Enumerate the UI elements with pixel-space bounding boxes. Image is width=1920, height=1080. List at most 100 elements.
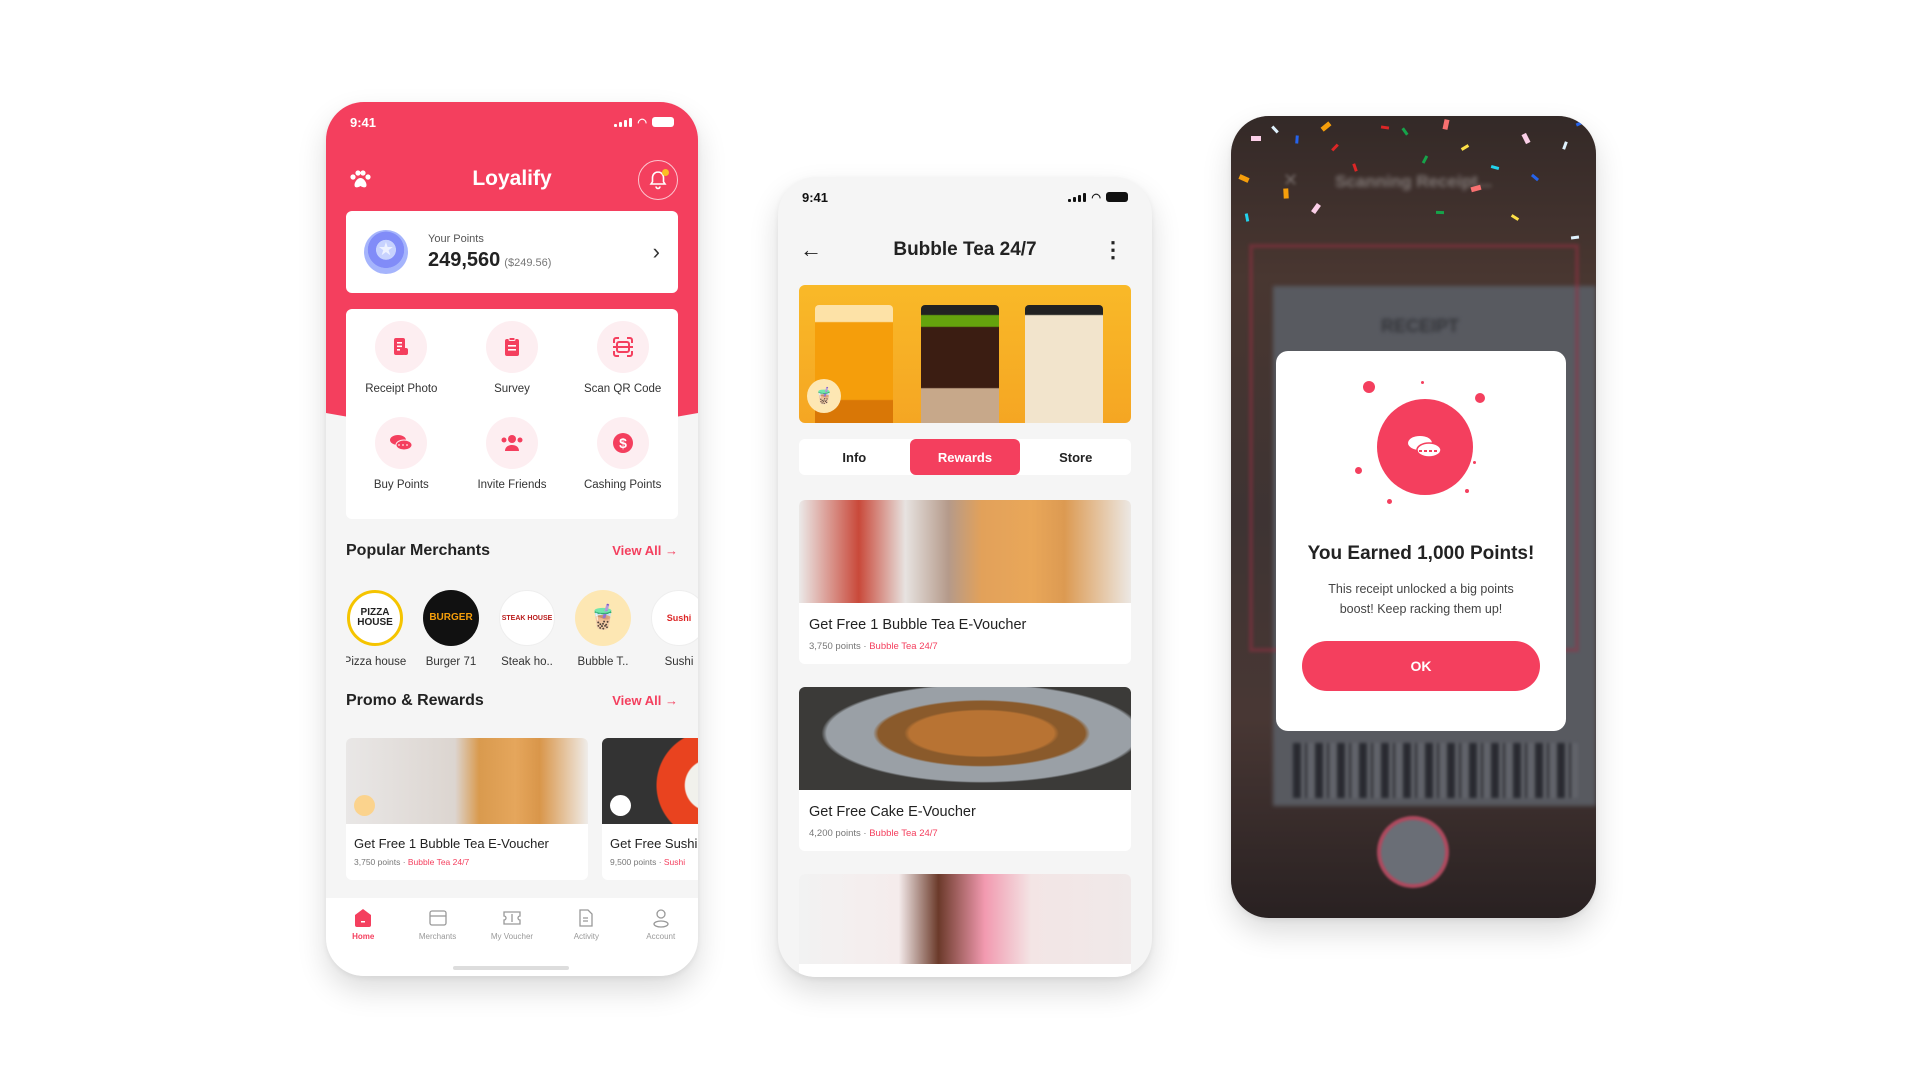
- receipt-icon: [394, 338, 409, 355]
- notification-badge: [662, 169, 669, 176]
- promo-list: Get Free 1 Bubble Tea E-Voucher 3,750 po…: [346, 738, 698, 880]
- action-label: Scan QR Code: [583, 383, 662, 395]
- promo-card[interactable]: Get Free Sushi 9,500 points · Sushi: [602, 738, 698, 880]
- battery-icon: [1106, 192, 1128, 202]
- status-bar: 9:41 ◠: [326, 102, 698, 142]
- ok-button[interactable]: OK: [1302, 641, 1540, 691]
- merchant-name: Bubble T..: [577, 656, 629, 668]
- more-vertical-icon[interactable]: ⋮: [1102, 237, 1124, 263]
- merchant-hero-image: 🧋: [799, 285, 1131, 423]
- merchant-logo: PIZZA HOUSE: [347, 590, 403, 646]
- action-label: Cashing Points: [583, 479, 662, 491]
- promo-card[interactable]: Get Free 1 Bubble Tea E-Voucher 3,750 po…: [346, 738, 588, 880]
- arrow-right-icon: →: [661, 693, 678, 708]
- reward-image: [799, 500, 1131, 603]
- coins-icon: [1408, 436, 1442, 458]
- confetti-piece: [1251, 136, 1261, 141]
- merchant-tabs: Info Rewards Store: [799, 439, 1131, 475]
- coins-illustration: [1341, 371, 1501, 521]
- notification-button[interactable]: [638, 160, 678, 200]
- confetti-piece: [1295, 135, 1299, 144]
- promo-title: Get Free 1 Bubble Tea E-Voucher: [354, 836, 549, 851]
- points-label: Your Points: [428, 232, 484, 245]
- tab-home[interactable]: Home: [333, 908, 393, 976]
- popular-merchants-header: Popular Merchants View All →: [346, 542, 678, 560]
- arrow-right-icon: →: [661, 543, 678, 558]
- user-icon: [653, 909, 669, 928]
- tab-store[interactable]: Store: [1020, 439, 1131, 475]
- decor-dot: [1387, 499, 1392, 504]
- merchant-item[interactable]: Sushi Sushi: [650, 590, 698, 668]
- merchant-item[interactable]: PIZZA HOUSE Pizza house: [346, 590, 407, 668]
- promo-title: Get Free Sushi: [610, 836, 698, 851]
- signal-icon: [614, 117, 633, 127]
- merchant-badge-icon: [354, 795, 375, 816]
- tab-account[interactable]: Account: [631, 908, 691, 976]
- action-invite-friends[interactable]: Invite Friends: [457, 417, 568, 513]
- home-screen-phone: 9:41 ◠ Loyalify Your Points 249,560($249…: [326, 102, 698, 976]
- action-cashing-points[interactable]: $ Cashing Points: [567, 417, 678, 513]
- merchant-logo: STEAK HOUSE: [499, 590, 555, 646]
- reward-card[interactable]: Get Free Cake E-Voucher 4,200 points · B…: [799, 687, 1131, 851]
- action-scan-qr[interactable]: Scan QR Code: [567, 321, 678, 417]
- promo-image: [346, 738, 588, 824]
- paw-icon: [350, 170, 371, 188]
- action-label: Invite Friends: [477, 479, 547, 491]
- view-all-merchants-link[interactable]: View All →: [612, 542, 678, 560]
- merchant-name: Burger 71: [425, 656, 477, 668]
- action-survey[interactable]: Survey: [457, 321, 568, 417]
- points-value: 249,560: [428, 248, 501, 271]
- dollar-icon: $: [612, 433, 633, 453]
- status-bar: 9:41 ◠: [778, 177, 1152, 217]
- decor-dot: [1473, 461, 1476, 464]
- view-all-promos-link[interactable]: View All →: [612, 692, 678, 710]
- promo-meta: 3,750 points · Bubble Tea 24/7: [354, 857, 470, 867]
- merchant-logo: BURGER: [423, 590, 479, 646]
- coins-icon: [390, 435, 413, 451]
- action-receipt-photo[interactable]: Receipt Photo: [346, 321, 457, 417]
- merchant-name: Sushi: [664, 656, 694, 668]
- section-title: Promo & Rewards: [346, 692, 484, 709]
- quick-actions-grid: Receipt Photo Survey Scan QR Code Buy Po…: [346, 309, 678, 519]
- merchant-logo: Sushi: [651, 590, 698, 646]
- status-time: 9:41: [350, 114, 377, 130]
- svg-text:$: $: [619, 435, 627, 451]
- tier-medal-icon: [364, 230, 408, 274]
- chevron-right-icon: ›: [652, 239, 660, 264]
- drink-image: [1025, 305, 1103, 423]
- tab-info[interactable]: Info: [799, 439, 910, 475]
- promo-image: [602, 738, 698, 824]
- clipboard-icon: [504, 337, 519, 356]
- ticket-icon: [503, 911, 521, 925]
- back-arrow-icon[interactable]: ←: [800, 237, 822, 263]
- action-label: Buy Points: [373, 479, 429, 491]
- promo-meta: 9,500 points · Sushi: [610, 857, 686, 867]
- reward-card[interactable]: Get Free 1 Bubble Tea E-Voucher 3,750 po…: [799, 500, 1131, 664]
- reward-card[interactable]: [799, 874, 1131, 977]
- reward-title: Get Free 1 Bubble Tea E-Voucher: [809, 617, 1027, 633]
- page-title: Bubble Tea 24/7: [893, 239, 1037, 260]
- drink-image: [921, 305, 999, 423]
- shutter-button: [1377, 816, 1449, 888]
- merchant-item[interactable]: BURGER Burger 71: [422, 590, 480, 668]
- decor-dot: [1475, 393, 1485, 403]
- modal-message: This receipt unlocked a big points boost…: [1328, 582, 1514, 616]
- reward-title: Get Free Cake E-Voucher: [809, 804, 976, 820]
- points-card[interactable]: Your Points 249,560($249.56) ›: [346, 211, 678, 293]
- tab-rewards[interactable]: Rewards: [909, 439, 1021, 475]
- wifi-icon: ◠: [1091, 191, 1101, 204]
- action-buy-points[interactable]: Buy Points: [346, 417, 457, 513]
- merchant-badge-icon: [610, 795, 631, 816]
- merchant-logo: 🧋: [575, 590, 631, 646]
- store-icon: [428, 910, 447, 926]
- reward-meta: 3,750 points · Bubble Tea 24/7: [809, 641, 938, 652]
- merchant-screen-phone: 9:41 ◠ ← Bubble Tea 24/7 ⋮ 🧋 Info Reward…: [778, 177, 1152, 977]
- reward-image: [799, 687, 1131, 790]
- promo-rewards-header: Promo & Rewards View All →: [346, 692, 678, 710]
- merchant-name: Pizza house: [346, 656, 407, 668]
- merchant-item[interactable]: STEAK HOUSE Steak ho..: [498, 590, 556, 668]
- battery-icon: [652, 117, 674, 127]
- merchant-item[interactable]: 🧋 Bubble T..: [574, 590, 632, 668]
- reward-image: [799, 874, 1131, 964]
- status-time: 9:41: [802, 189, 829, 205]
